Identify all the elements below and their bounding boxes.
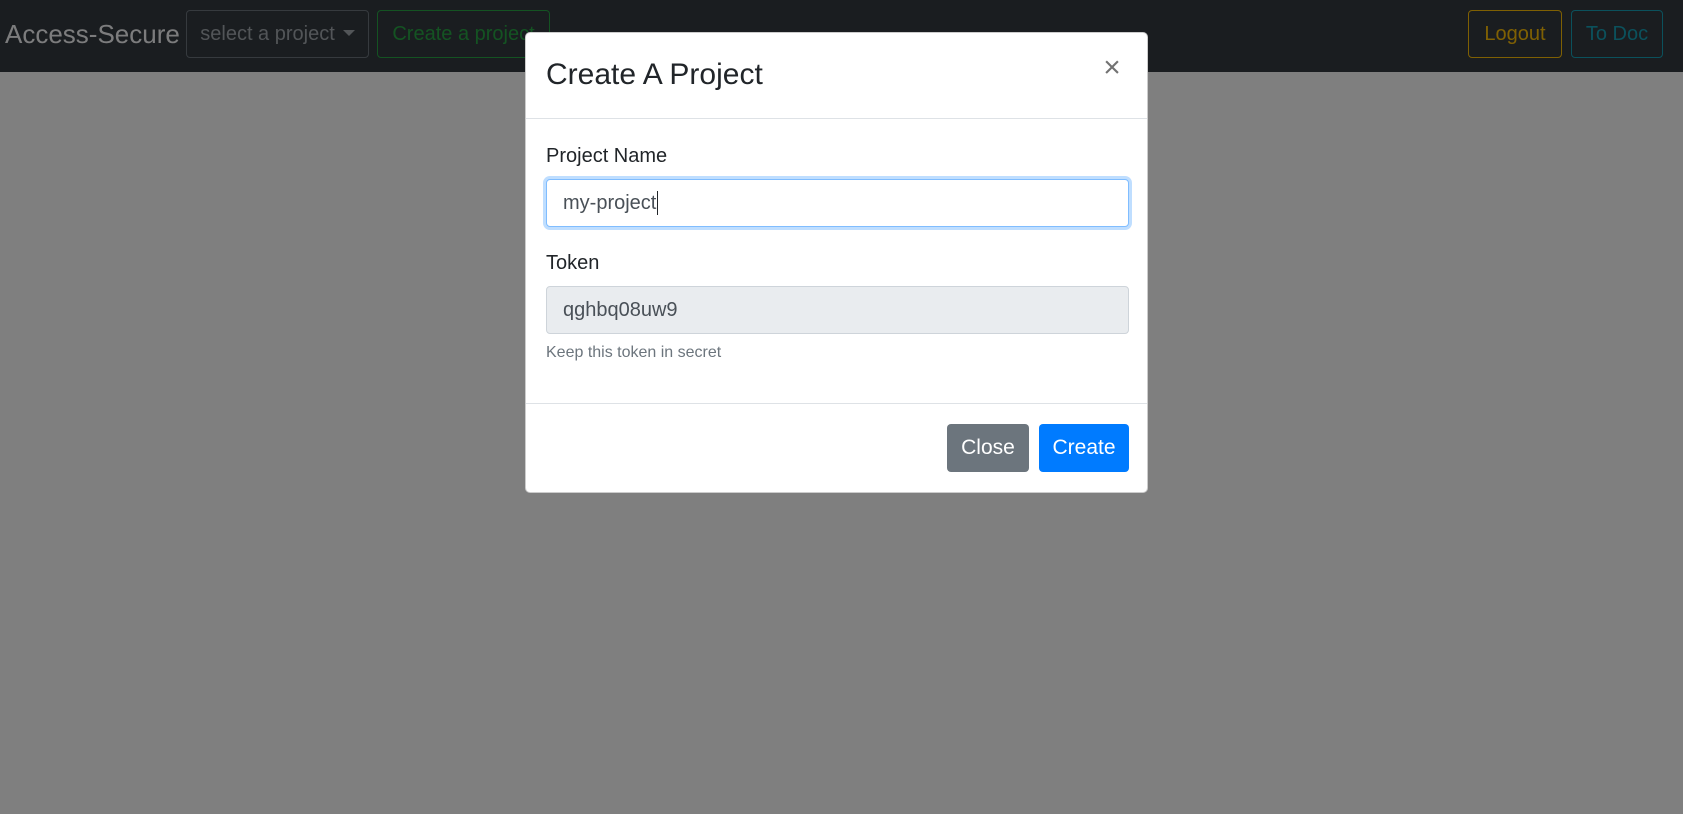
create-button[interactable]: Create xyxy=(1039,424,1129,472)
token-field: qghbq08uw9 xyxy=(546,286,1129,334)
text-cursor xyxy=(657,191,659,215)
modal-footer: Close Create xyxy=(526,403,1147,494)
project-name-label: Project Name xyxy=(546,145,668,167)
project-name-value: my-project xyxy=(563,191,657,214)
token-value: qghbq08uw9 xyxy=(563,298,678,321)
token-help-text: Keep this token in secret xyxy=(546,344,722,361)
token-label: Token xyxy=(546,252,600,274)
close-icon[interactable]: × xyxy=(1097,53,1127,83)
create-project-modal: Create A Project × Project Name my-proje… xyxy=(525,32,1148,493)
project-name-input[interactable]: my-project xyxy=(546,179,1129,227)
modal-header: Create A Project × xyxy=(526,33,1147,119)
close-button[interactable]: Close xyxy=(947,424,1029,472)
modal-title: Create A Project xyxy=(546,58,763,91)
